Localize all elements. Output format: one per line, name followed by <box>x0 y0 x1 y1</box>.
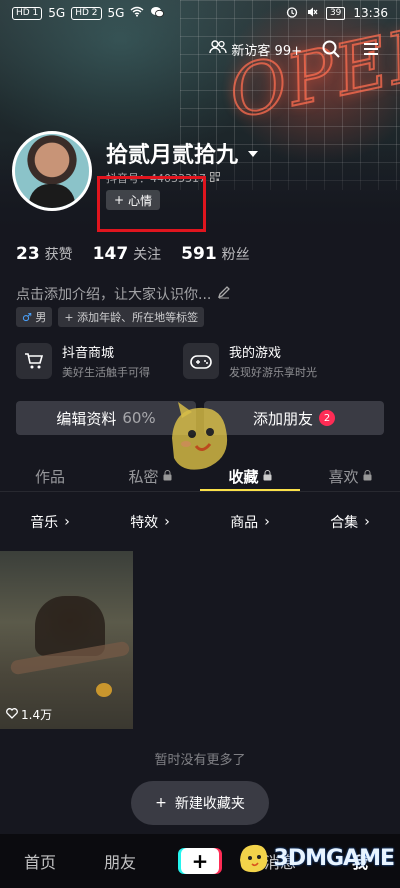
sim2-badge: HD 2 <box>71 6 102 20</box>
mascot-logo-icon <box>239 844 267 873</box>
subtab-music[interactable]: 音乐 › <box>0 512 100 532</box>
stat-followers-label: 粉丝 <box>221 247 250 263</box>
sim1-network: 5G <box>48 6 66 20</box>
chevron-right-icon: › <box>164 514 170 530</box>
shortcut-subtitle: 发现好游乐享时光 <box>229 366 317 379</box>
no-more-text: 暂时没有更多了 <box>154 753 246 768</box>
subtab-label: 合集 <box>330 515 359 531</box>
username: 拾贰月贰拾九 <box>106 143 239 168</box>
stat-following-value: 147 <box>92 244 129 264</box>
tab-private[interactable]: 私密 <box>100 462 200 490</box>
mute-icon <box>306 6 318 21</box>
stat-likes-label: 获赞 <box>44 247 73 263</box>
thumbnail-likes: 1.4万 <box>6 706 52 723</box>
username-row[interactable]: 拾贰月贰拾九 <box>106 137 259 169</box>
clock: 13:36 <box>353 6 388 20</box>
tab-likes[interactable]: 喜欢 <box>300 462 400 490</box>
stat-likes[interactable]: 23 获赞 <box>16 244 73 264</box>
male-icon: ♂ <box>22 311 32 324</box>
subtab-effects[interactable]: 特效 › <box>100 512 200 532</box>
profile-tags: ♂ 男 + 添加年龄、所在地等标签 <box>16 307 205 327</box>
menu-icon[interactable] <box>360 38 382 60</box>
chevron-right-icon: › <box>264 514 270 530</box>
subtab-products[interactable]: 商品 › <box>200 512 300 532</box>
shortcut-douyin-mall[interactable]: 抖音商城 美好生活触手可得 <box>16 342 150 380</box>
shortcut-title: 我的游戏 <box>229 346 282 361</box>
search-icon[interactable] <box>320 38 342 60</box>
tab-label: 私密 <box>128 467 159 486</box>
shortcut-my-games[interactable]: 我的游戏 发现好游乐享时光 <box>183 342 317 380</box>
edit-profile-label: 编辑资料 <box>56 409 117 428</box>
game-controller-icon <box>183 343 219 379</box>
plus-icon: + <box>155 795 167 811</box>
sim1-badge: HD 1 <box>12 6 43 20</box>
nav-home[interactable]: 首页 <box>0 849 80 873</box>
shopping-cart-icon <box>16 343 52 379</box>
avatar-figure <box>29 184 75 208</box>
alarm-icon <box>286 6 298 21</box>
watermark-text: 3DMGAME <box>273 845 395 871</box>
subtab-label: 音乐 <box>30 515 59 531</box>
visitors-icon <box>209 40 228 58</box>
lock-icon <box>363 467 372 485</box>
profile-top-nav: 新访客 99+ <box>209 38 382 60</box>
subtab-collections[interactable]: 合集 › <box>300 512 400 532</box>
tab-label: 作品 <box>34 467 65 486</box>
lock-icon <box>163 467 172 485</box>
chevron-right-icon: › <box>64 514 70 530</box>
status-bar: HD 1 5G HD 2 5G 39 13:36 <box>0 0 400 26</box>
stat-following[interactable]: 147 关注 <box>93 244 162 264</box>
chevron-right-icon: › <box>364 514 370 530</box>
likes-count: 1.4万 <box>21 708 53 722</box>
profile-stats: 23 获赞 147 关注 591 粉丝 <box>16 244 250 264</box>
subtab-label: 商品 <box>230 515 259 531</box>
stat-followers-value: 591 <box>181 244 217 264</box>
friend-request-badge: 2 <box>319 410 335 426</box>
gender-label: 男 <box>35 311 47 324</box>
shortcut-title: 抖音商城 <box>62 346 115 361</box>
site-watermark: 3DMGAME <box>236 842 395 874</box>
nav-create[interactable]: + <box>160 848 240 874</box>
add-tags-label: 添加年龄、所在地等标签 <box>77 311 199 324</box>
thumbnail-object <box>96 683 112 697</box>
battery-indicator: 39 <box>325 6 346 20</box>
subtab-label: 特效 <box>130 515 159 531</box>
plus-icon: + <box>64 311 74 324</box>
create-plus-icon: + <box>181 848 219 874</box>
stat-following-label: 关注 <box>133 247 162 263</box>
favorites-subtabs: 音乐 › 特效 › 商品 › 合集 › <box>0 512 400 532</box>
profile-tabs: 作品 私密 收藏 喜欢 <box>0 462 400 490</box>
qr-code-icon[interactable] <box>210 171 220 185</box>
chevron-down-icon[interactable] <box>248 151 259 157</box>
add-tags-button[interactable]: + 添加年龄、所在地等标签 <box>58 307 205 327</box>
bio-placeholder-row[interactable]: 点击添加介绍，让大家认识你... <box>16 284 231 304</box>
lock-icon <box>263 467 272 485</box>
tab-label: 喜欢 <box>328 467 359 486</box>
stat-likes-value: 23 <box>16 244 40 264</box>
bio-placeholder: 点击添加介绍，让大家认识你... <box>16 287 212 303</box>
tab-divider <box>0 491 400 492</box>
edit-pencil-icon <box>217 285 231 303</box>
new-folder-button[interactable]: + 新建收藏夹 <box>131 781 269 825</box>
new-folder-label: 新建收藏夹 <box>174 796 245 812</box>
annotation-highlight-box <box>97 176 206 232</box>
profile-completion: 60% <box>122 409 156 427</box>
chat-app-icon <box>150 6 165 21</box>
nav-friends[interactable]: 朋友 <box>80 849 160 873</box>
stat-followers[interactable]: 591 粉丝 <box>181 244 250 264</box>
gender-tag[interactable]: ♂ 男 <box>16 307 53 327</box>
tab-favorites[interactable]: 收藏 <box>200 462 300 490</box>
new-visitors-button[interactable]: 新访客 99+ <box>209 40 302 59</box>
favorite-video-thumbnail[interactable]: 1.4万 <box>0 551 133 729</box>
avatar[interactable] <box>12 131 92 211</box>
shortcut-subtitle: 美好生活触手可得 <box>62 366 150 379</box>
tab-works[interactable]: 作品 <box>0 462 100 490</box>
heart-icon <box>6 707 18 722</box>
tab-label: 收藏 <box>228 467 259 486</box>
sim2-network: 5G <box>107 6 125 20</box>
add-friends-label: 添加朋友 <box>252 409 313 428</box>
wifi-icon <box>130 6 144 20</box>
new-visitors-label: 新访客 99+ <box>231 43 302 59</box>
